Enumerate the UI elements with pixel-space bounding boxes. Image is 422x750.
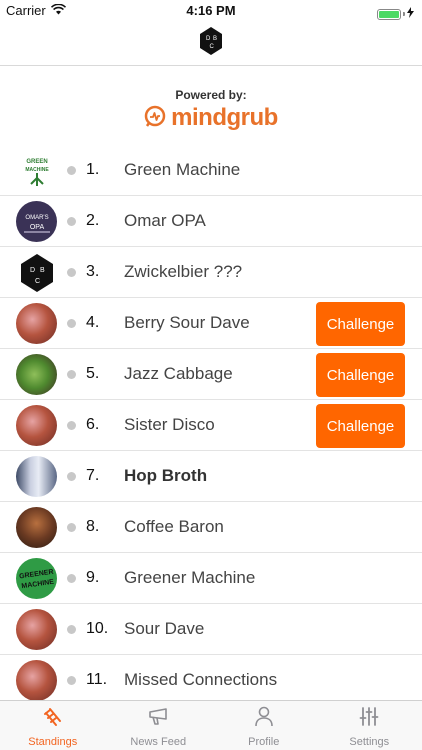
rank-number: 11. xyxy=(86,671,108,688)
status-right xyxy=(377,5,414,23)
status-bar: Carrier 4:16 PM xyxy=(0,0,422,22)
team-name: Missed Connections xyxy=(124,670,278,689)
omars-opa-logo-icon: OMAR'S OPA xyxy=(16,201,57,242)
status-dot xyxy=(67,166,76,175)
powered-by: Powered by: mindgrub xyxy=(0,88,422,132)
rank-number: 2. xyxy=(86,212,100,229)
team-name: Sour Dave xyxy=(124,619,205,638)
rank-number: 1. xyxy=(86,161,100,178)
sliders-icon xyxy=(358,705,380,732)
svg-text:D: D xyxy=(30,267,35,274)
status-dot xyxy=(67,523,76,532)
battery-tip xyxy=(403,12,405,16)
battery-icon xyxy=(377,8,401,20)
megaphone-icon xyxy=(147,705,169,732)
svg-text:B: B xyxy=(40,267,45,274)
team-name: Hop Broth xyxy=(124,466,208,485)
beer-glass-photo-icon xyxy=(16,303,57,344)
beer-can-photo-icon xyxy=(16,456,57,497)
rank-number: 3. xyxy=(86,263,100,280)
standings-row[interactable]: 11. Missed Connections xyxy=(0,655,422,706)
mindgrub-logo: mindgrub xyxy=(0,104,422,132)
standings-row[interactable]: 6. Sister Disco Challenge xyxy=(0,400,422,451)
person-icon xyxy=(253,705,275,732)
tab-settings-label: Settings xyxy=(349,736,390,748)
logo-letter-c: C xyxy=(210,44,215,50)
status-dot xyxy=(67,676,76,685)
tab-news-feed[interactable]: News Feed xyxy=(106,701,212,750)
team-name: Coffee Baron xyxy=(124,517,224,536)
team-name: Greener Machine xyxy=(124,568,256,587)
rank-number: 7. xyxy=(86,467,100,484)
svg-text:OMAR'S: OMAR'S xyxy=(25,215,48,221)
team-name: Green Machine xyxy=(124,160,241,179)
standings-row[interactable]: GREEN MACHINE 1. Green Machine xyxy=(0,145,422,196)
standings-list: GREEN MACHINE 1. Green Machine OMAR'S OPA 2. Om… xyxy=(0,145,422,706)
status-dot xyxy=(67,370,76,379)
mindgrub-icon xyxy=(144,105,166,132)
team-name: Sister Disco xyxy=(124,415,215,434)
logo-letter-d: D xyxy=(206,36,211,42)
tab-settings[interactable]: Settings xyxy=(317,701,422,750)
standings-row[interactable]: 8. Coffee Baron xyxy=(0,502,422,553)
rank-number: 10. xyxy=(86,620,109,637)
standings-row[interactable]: D B C 3. Zwickelbier ??? xyxy=(0,247,422,298)
status-dot xyxy=(67,625,76,634)
ladder-icon xyxy=(42,705,64,732)
tab-bar: Standings News Feed Profile Settings xyxy=(0,700,422,750)
greener-machine-logo-icon: GREENER MACHINE xyxy=(16,558,57,599)
standings-row[interactable]: 10. Sour Dave xyxy=(0,604,422,655)
powered-by-label: Powered by: xyxy=(175,88,247,102)
standings-row[interactable]: OMAR'S OPA 2. Omar OPA xyxy=(0,196,422,247)
tab-standings-label: Standings xyxy=(28,736,78,748)
status-dot xyxy=(67,319,76,328)
logo-letter-b: B xyxy=(213,36,217,42)
svg-text:OPA: OPA xyxy=(29,224,44,231)
mindgrub-wordmark: mindgrub xyxy=(171,104,278,131)
beer-glass-photo-icon xyxy=(16,609,57,650)
beer-glass-photo-icon xyxy=(16,660,57,701)
team-name: Zwickelbier ??? xyxy=(124,262,243,281)
rank-number: 9. xyxy=(86,569,100,586)
tab-profile[interactable]: Profile xyxy=(211,701,317,750)
status-dot xyxy=(67,217,76,226)
standings-row[interactable]: 5. Jazz Cabbage Challenge xyxy=(0,349,422,400)
charging-icon xyxy=(407,5,414,23)
svg-text:MACHINE: MACHINE xyxy=(21,578,55,590)
status-dot xyxy=(67,574,76,583)
rank-number: 4. xyxy=(86,314,100,331)
status-dot xyxy=(67,421,76,430)
dark-beer-photo-icon xyxy=(16,507,57,548)
beer-glass-photo-icon xyxy=(16,405,57,446)
status-dot xyxy=(67,472,76,481)
status-dot xyxy=(67,268,76,277)
team-name: Omar OPA xyxy=(124,211,206,230)
tab-profile-label: Profile xyxy=(248,736,280,748)
challenge-button[interactable]: Challenge xyxy=(316,353,405,397)
svg-text:C: C xyxy=(35,278,40,285)
tab-standings[interactable]: Standings xyxy=(0,701,106,750)
challenge-button[interactable]: Challenge xyxy=(316,302,405,346)
dbc-shield-logo-icon: DBC xyxy=(16,252,57,293)
team-name: Jazz Cabbage xyxy=(124,364,233,383)
dbc-shield-logo-icon: D B C xyxy=(199,26,223,61)
standings-row[interactable]: 7. Hop Broth xyxy=(0,451,422,502)
svg-text:MACHINE: MACHINE xyxy=(25,167,49,173)
green-machine-logo-icon: GREEN MACHINE xyxy=(16,150,57,191)
challenge-button[interactable]: Challenge xyxy=(316,404,405,448)
team-name: Berry Sour Dave xyxy=(124,313,250,332)
tab-news-feed-label: News Feed xyxy=(130,736,187,748)
nav-bar: D B C xyxy=(0,22,422,66)
status-time: 4:16 PM xyxy=(186,3,236,18)
standings-row[interactable]: GREENER MACHINE 9. Greener Machine xyxy=(0,553,422,604)
svg-text:GREEN: GREEN xyxy=(26,159,47,165)
rank-number: 5. xyxy=(86,365,100,382)
cabbage-photo-icon xyxy=(16,354,57,395)
rank-number: 8. xyxy=(86,518,100,535)
rank-number: 6. xyxy=(86,416,100,433)
standings-row[interactable]: 4. Berry Sour Dave Challenge xyxy=(0,298,422,349)
